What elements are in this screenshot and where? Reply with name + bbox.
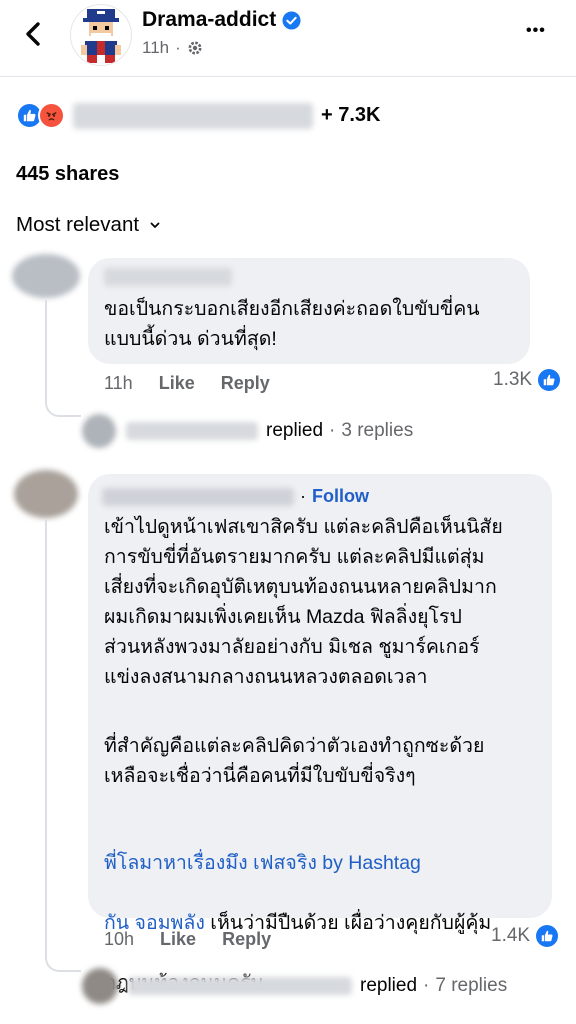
reply-thread-line — [45, 300, 81, 417]
sort-label: Most relevant — [16, 213, 140, 236]
replies-count: 3 replies — [341, 420, 414, 441]
verified-badge-icon — [282, 10, 301, 30]
reaction-count: 1.3K — [493, 369, 533, 390]
replier-name-blurred — [128, 977, 352, 995]
reply-thread-line — [45, 520, 81, 972]
comment-actions: 11h Like Reply — [104, 373, 270, 394]
comment-sort-dropdown[interactable]: Most relevant — [16, 213, 161, 237]
chevron-down-icon — [149, 219, 161, 231]
replies-separator: · — [423, 975, 430, 996]
replied-label: replied — [266, 420, 324, 441]
reaction-count: 1.4K — [491, 925, 531, 946]
comment-reactions[interactable]: 1.4K — [491, 925, 559, 947]
comment-text-paragraph-2: ที่สำคัญคือแต่ละคลิปคิดว่าตัวเองทำถูกซะด… — [104, 735, 485, 787]
comment-bubble[interactable]: · Follow เข้าไปดูหน้าเฟสเขาสิครับ แต่ละค… — [88, 474, 552, 994]
view-replies-link[interactable]: replied · 7 replies — [82, 968, 507, 1004]
replier-avatar — [82, 414, 116, 448]
like-reaction-icon — [538, 369, 561, 391]
like-button[interactable]: Like — [159, 373, 195, 394]
commenter-name-row: · Follow — [102, 486, 369, 507]
commenter-avatar[interactable] — [14, 470, 78, 518]
page-name-text[interactable]: Drama-addict — [142, 8, 276, 32]
header-divider — [0, 76, 576, 77]
comment-text: เข้าไปดูหน้าเฟสเขาสิครับ แต่ละคลิปคือเห็… — [104, 516, 503, 688]
reactor-names-blurred — [73, 102, 313, 129]
comment-reactions[interactable]: 1.3K — [493, 369, 561, 391]
reactions-summary[interactable]: + 7.3K — [16, 102, 380, 129]
post-meta: 11h · — [142, 38, 203, 58]
commenter-avatar[interactable] — [12, 254, 80, 298]
comment-text: ขอเป็นกระบอกเสียงอีกเสียงค่ะถอดใบขับขี่ค… — [104, 298, 480, 350]
comment-time[interactable]: 10h — [104, 929, 134, 950]
more-options-button[interactable]: ••• — [526, 22, 546, 40]
like-reaction-icon — [536, 925, 559, 947]
meta-separator: · — [175, 38, 181, 57]
like-button[interactable]: Like — [160, 929, 196, 950]
chevron-left-icon — [26, 22, 40, 46]
reaction-count[interactable]: + 7.3K — [321, 104, 380, 127]
share-count[interactable]: 445 shares — [16, 163, 119, 186]
page-avatar[interactable] — [70, 4, 132, 66]
replies-count: 7 replies — [435, 975, 508, 996]
comment-actions: 10h Like Reply — [104, 929, 271, 950]
view-replies-link[interactable]: replied · 3 replies — [82, 414, 413, 448]
audience-gear-icon — [187, 40, 203, 56]
post-time[interactable]: 11h — [142, 38, 169, 58]
replied-label: replied — [360, 975, 418, 996]
angry-reaction-icon — [38, 102, 65, 129]
reply-button[interactable]: Reply — [221, 373, 270, 394]
replier-avatar — [82, 968, 118, 1004]
replier-name-blurred — [126, 422, 258, 440]
replies-separator: · — [329, 420, 336, 441]
comment-bubble[interactable]: ขอเป็นกระบอกเสียงอีกเสียงค่ะถอดใบขับขี่ค… — [88, 258, 530, 364]
back-button[interactable] — [18, 18, 50, 50]
mention-link[interactable]: พี่โลมาหาเรื่องมึง เฟสจริง by Hashtag — [104, 852, 421, 874]
follow-button[interactable]: Follow — [312, 486, 369, 507]
follow-separator: · — [300, 486, 306, 506]
reply-button[interactable]: Reply — [222, 929, 271, 950]
comment-time[interactable]: 11h — [104, 373, 133, 394]
commenter-name-blurred — [102, 487, 294, 506]
commenter-name-blurred — [104, 268, 232, 286]
page-name[interactable]: Drama-addict — [142, 8, 301, 32]
